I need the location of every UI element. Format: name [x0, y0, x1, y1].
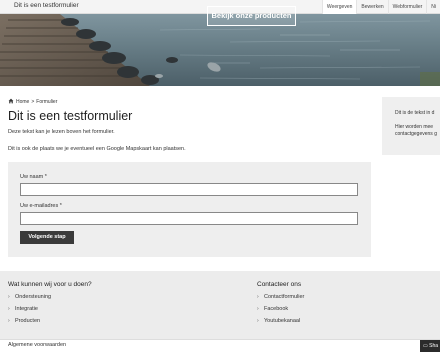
email-label: Uw e-mailadres * [20, 203, 62, 209]
intro-text: Deze tekst kan je lezen boven het formul… [8, 129, 115, 135]
contact-form: Uw naam * Uw e-mailadres * Volgende stap [8, 162, 371, 257]
toolbar-page-title: Dit is een testformulier [14, 2, 79, 9]
chevron-right-icon: › [257, 294, 259, 300]
footer-services-title: Wat kunnen wij voor u doen? [8, 281, 92, 288]
share-button[interactable]: ▭ Sha [420, 340, 440, 352]
footer-link-youtube[interactable]: › Youtubekanaal [257, 318, 300, 324]
chevron-right-icon: › [8, 318, 10, 324]
chat-icon: ▭ [423, 343, 428, 349]
sidebar-text-2: Hier worden mee [395, 124, 434, 130]
next-step-button[interactable]: Volgende stap [20, 231, 74, 244]
chevron-right-icon: › [8, 294, 10, 300]
breadcrumb-home-link[interactable]: Home [16, 99, 29, 105]
tab-view[interactable]: Weergeven [321, 0, 357, 14]
products-cta-button[interactable]: Bekijk onze producten [207, 6, 296, 26]
home-icon[interactable] [8, 98, 14, 106]
breadcrumb-separator: > [31, 99, 35, 105]
footer-link-support[interactable]: › Ondersteuning [8, 294, 51, 300]
sidebar-text-3: contactgegevens g [395, 131, 437, 137]
footer-link-contact-form[interactable]: › Contactformulier [257, 294, 304, 300]
tab-webform[interactable]: Webformulier [387, 0, 427, 14]
sidebar-text-1: Dit is de tekst in d [395, 110, 435, 116]
chevron-right-icon: › [8, 306, 10, 312]
name-label: Uw naam * [20, 174, 47, 180]
footer: Wat kunnen wij voor u doen? › Ondersteuni… [0, 271, 440, 339]
footer-link-facebook[interactable]: › Facebook [257, 306, 288, 312]
map-note-text: Dit is ook de plaats we je eventueel een… [8, 146, 186, 152]
footer-link-products[interactable]: › Producten [8, 318, 40, 324]
tab-edit[interactable]: Bewerken [356, 0, 387, 14]
footer-contact-title: Contacteer ons [257, 281, 302, 288]
bottom-bar: Algemene voorwaarden ▭ Sha [0, 339, 440, 352]
required-marker: * [59, 203, 62, 209]
required-marker: * [44, 174, 47, 180]
email-input[interactable] [20, 212, 358, 225]
footer-link-integration[interactable]: › Integratie [8, 306, 38, 312]
chevron-right-icon: › [257, 318, 259, 324]
name-input[interactable] [20, 183, 358, 196]
tab-more[interactable]: Ni [426, 0, 440, 14]
chevron-right-icon: › [257, 306, 259, 312]
sidebar-block: Dit is de tekst in d Hier worden mee con… [382, 97, 440, 155]
breadcrumb-current: Formulier [36, 99, 58, 105]
breadcrumb: Home > Formulier [8, 98, 57, 106]
page-title: Dit is een testformulier [8, 109, 133, 123]
terms-link[interactable]: Algemene voorwaarden [8, 342, 66, 348]
toolbar-tabs: Weergeven Bewerken Webformulier Ni [321, 0, 440, 14]
